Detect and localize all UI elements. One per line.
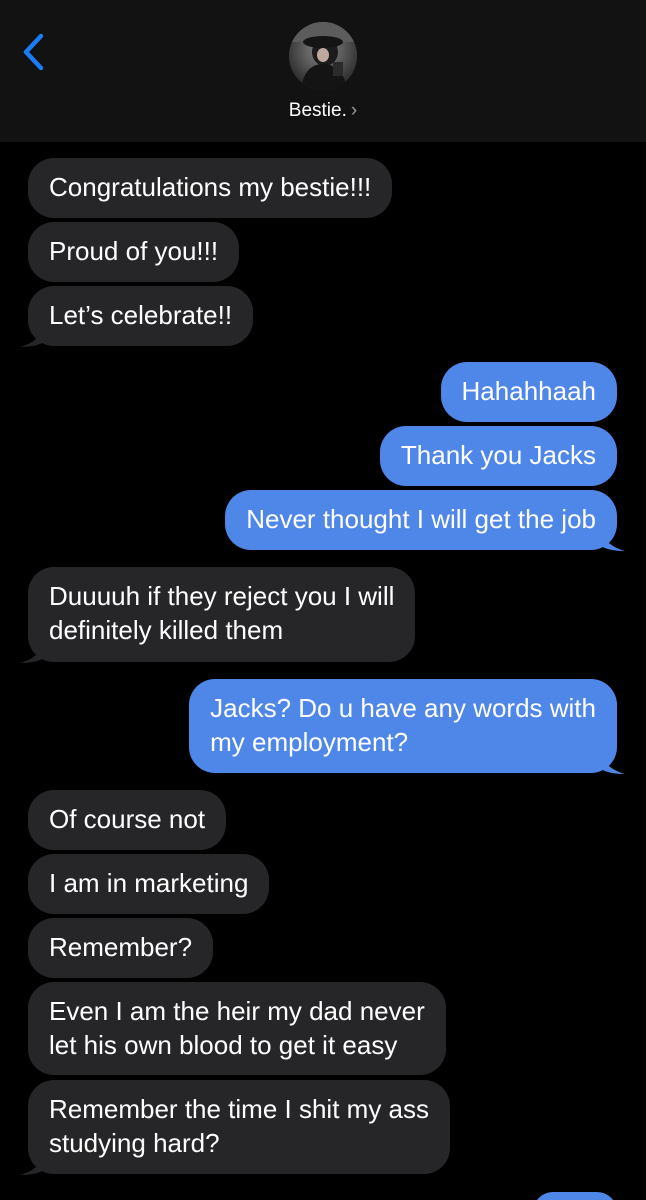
contact-name: Bestie.	[288, 100, 347, 121]
bubble-tail	[599, 752, 625, 774]
contact-name-button[interactable]: Bestie. ›	[0, 100, 646, 122]
message-text-line: my employment?	[210, 727, 409, 757]
message-bubble-sent[interactable]: Never thought I will get the job	[225, 490, 625, 551]
message-text-line: studying hard?	[49, 1128, 220, 1158]
message-bubble-received[interactable]: Remember?	[28, 918, 214, 978]
bubble-tail	[20, 1153, 46, 1175]
message-text: Proud of you!!!	[49, 236, 219, 266]
avatar-photo	[289, 22, 357, 90]
message-bubble-received[interactable]: Remember the time I shit my ass studying…	[20, 1080, 450, 1175]
message-text: Never thought I will get the job	[246, 504, 596, 534]
message-bubble-received[interactable]: Proud of you!!!	[28, 222, 240, 282]
message-bubble-sent[interactable]: Thank you Jacks	[379, 426, 617, 486]
message-text-line: Duuuuh if they reject you I will	[49, 581, 395, 611]
message-text: Thank you Jacks	[400, 440, 596, 470]
message-text: I am in marketing	[49, 868, 249, 898]
chevron-left-icon	[23, 33, 44, 71]
message-text-line: let his own blood to get it easy	[49, 1030, 398, 1060]
message-bubble-received[interactable]: Of course not	[28, 790, 227, 850]
contact-avatar[interactable]	[289, 22, 357, 90]
message-bubble-received[interactable]: Duuuuh if they reject you I will definit…	[20, 567, 416, 663]
message-text-line: Jacks? Do u have any words with	[210, 693, 596, 723]
bubble-tail	[599, 529, 625, 551]
message-thread[interactable]: Congratulations my bestie!!! Proud of yo…	[0, 142, 646, 1200]
message-text-line: definitely killed them	[49, 615, 284, 645]
message-text-line: Remember the time I shit my ass	[49, 1094, 429, 1124]
message-bubble-received[interactable]: Congratulations my bestie!!!	[28, 158, 393, 218]
message-bubble-received[interactable]: I am in marketing	[28, 854, 270, 914]
message-bubble-received[interactable]: Let’s celebrate!!	[20, 286, 254, 347]
chevron-right-icon: ›	[350, 100, 358, 121]
message-text: Let’s celebrate!!	[49, 300, 233, 330]
message-text: Congratulations my bestie!!!	[49, 172, 372, 202]
conversation-header: Bestie. ›	[0, 0, 646, 142]
message-text-line: Even I am the heir my dad never	[49, 996, 425, 1026]
message-bubble-received[interactable]: Even I am the heir my dad never let his …	[28, 982, 446, 1075]
back-button[interactable]	[14, 28, 54, 76]
message-text: Of course not	[49, 804, 206, 834]
message-text: Remember?	[49, 932, 193, 962]
bubble-tail	[20, 325, 46, 347]
message-text: Hahahhaah	[461, 376, 596, 406]
message-bubble-sent[interactable]: Hahahhaah	[440, 362, 617, 422]
message-bubble-sent-partial[interactable]	[533, 1192, 617, 1200]
bubble-tail	[20, 641, 46, 663]
message-bubble-sent[interactable]: Jacks? Do u have any words with my emplo…	[189, 679, 625, 774]
